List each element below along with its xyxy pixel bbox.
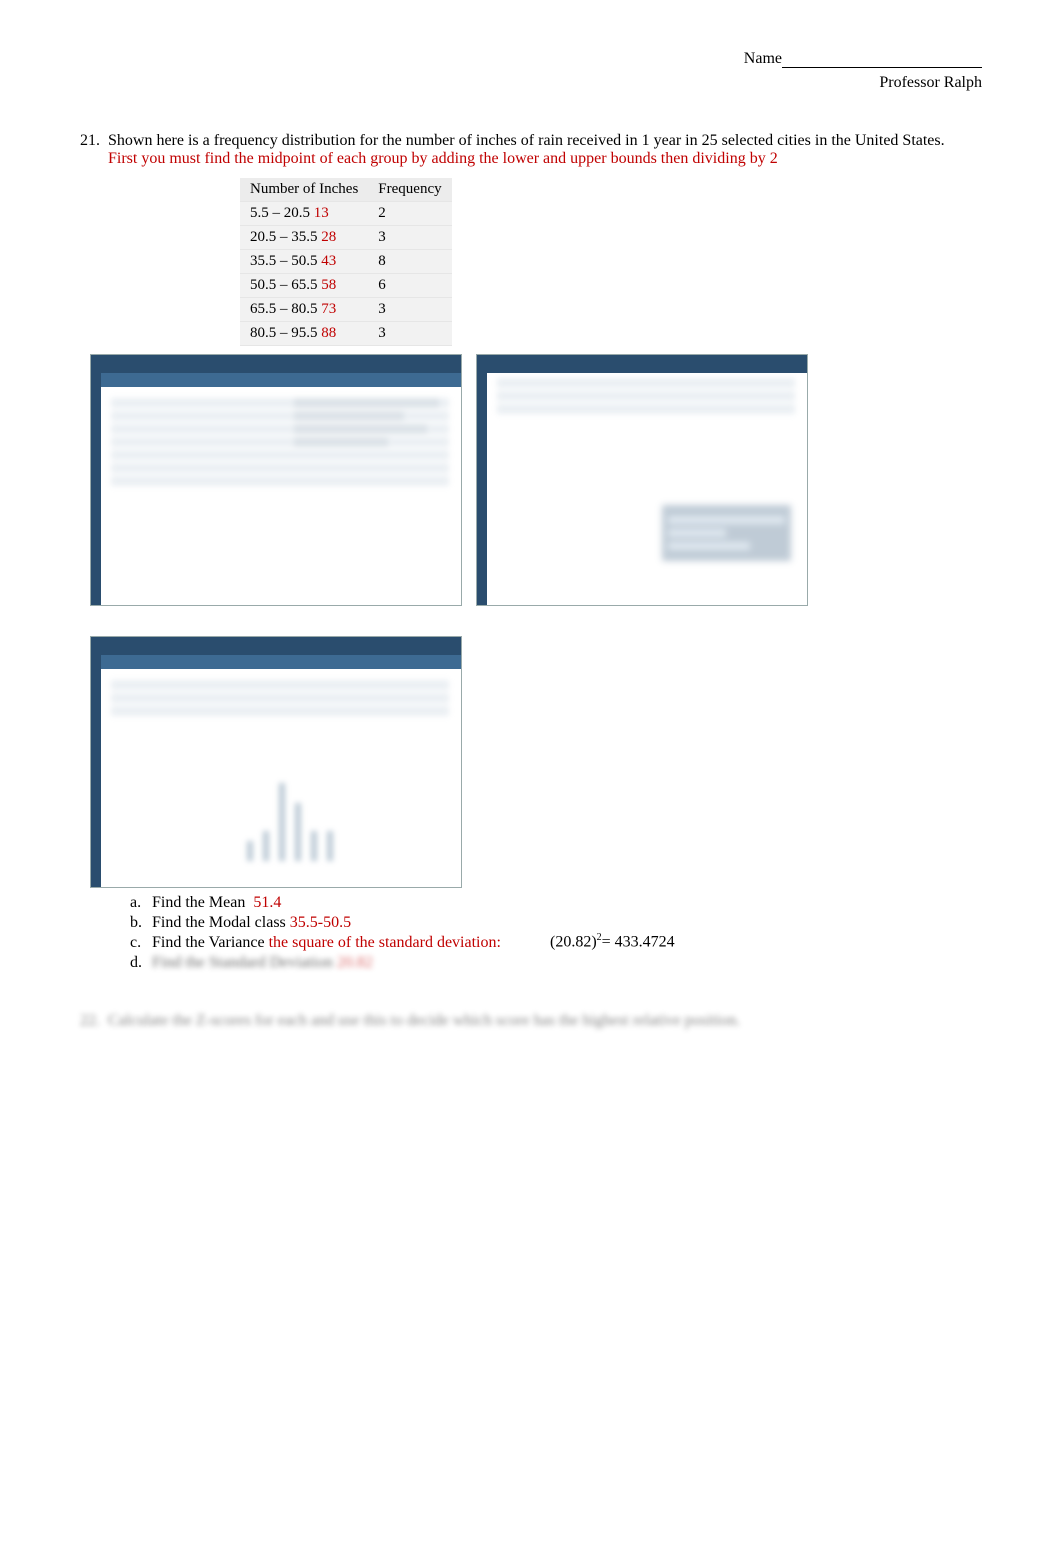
cell-range: 35.5 – 50.5 43 (240, 250, 368, 274)
table-row: 5.5 – 20.5 132 (240, 202, 452, 226)
subpart-c: c. Find the Variance the square of the s… (130, 934, 982, 952)
name-blank-line (782, 51, 982, 68)
subpart-answer-blurred: 20.82 (337, 954, 373, 972)
header-range: Number of Inches (240, 178, 368, 202)
subparts-list: a. Find the Mean 51.4 b. Find the Modal … (130, 894, 982, 972)
variance-formula: (20.82)2= 433.4724 (550, 932, 675, 951)
calc-screenshot-1 (90, 354, 462, 606)
cell-range: 20.5 – 35.5 28 (240, 226, 368, 250)
subpart-label-blurred: Find the Standard Deviation (152, 954, 333, 972)
subpart-d: d. Find the Standard Deviation 20.82 (130, 954, 982, 972)
question-number: 21. (80, 132, 108, 168)
question-body: Calculate the Z-scores for each and use … (108, 1012, 982, 1030)
subpart-b: b. Find the Modal class 35.5-50.5 (130, 914, 982, 932)
cell-range: 80.5 – 95.5 88 (240, 322, 368, 346)
question-text: Shown here is a frequency distribution f… (108, 132, 982, 150)
cell-frequency: 2 (368, 202, 451, 226)
question-hint: First you must find the midpoint of each… (108, 150, 982, 168)
subpart-answer: 35.5-50.5 (290, 914, 351, 932)
subpart-label: Find the Variance (152, 934, 265, 952)
question-number: 22. (80, 1012, 108, 1030)
frequency-table: Number of Inches Frequency 5.5 – 20.5 13… (240, 178, 452, 346)
table-header-row: Number of Inches Frequency (240, 178, 452, 202)
question-body: Shown here is a frequency distribution f… (108, 132, 982, 168)
question-22-blurred: 22. Calculate the Z-scores for each and … (80, 1012, 982, 1030)
cell-frequency: 8 (368, 250, 451, 274)
cell-range: 5.5 – 20.5 13 (240, 202, 368, 226)
calc-screenshot-2 (476, 354, 808, 606)
page-header: Name Professor Ralph (80, 50, 982, 92)
cell-range: 65.5 – 80.5 73 (240, 298, 368, 322)
table-row: 35.5 – 50.5 438 (240, 250, 452, 274)
subpart-label: Find the Mean (152, 894, 245, 912)
subpart-answer: 51.4 (253, 894, 281, 912)
name-label: Name (744, 50, 782, 67)
question-21: 21. Shown here is a frequency distributi… (80, 132, 982, 168)
name-field: Name (744, 50, 982, 68)
subpart-a: a. Find the Mean 51.4 (130, 894, 982, 912)
subpart-label: Find the Modal class (152, 914, 286, 932)
table-row: 50.5 – 65.5 586 (240, 274, 452, 298)
subpart-letter: a. (130, 894, 152, 912)
subpart-letter: b. (130, 914, 152, 932)
cell-frequency: 3 (368, 226, 451, 250)
cell-frequency: 3 (368, 322, 451, 346)
table-row: 80.5 – 95.5 883 (240, 322, 452, 346)
table-row: 20.5 – 35.5 283 (240, 226, 452, 250)
professor-name: Professor Ralph (80, 74, 982, 92)
cell-frequency: 6 (368, 274, 451, 298)
calc-screenshot-3 (90, 636, 462, 888)
table-row: 65.5 – 80.5 733 (240, 298, 452, 322)
screenshot-group (90, 354, 982, 888)
subpart-letter: d. (130, 954, 152, 972)
cell-range: 50.5 – 65.5 58 (240, 274, 368, 298)
subpart-answer: the square of the standard deviation: (269, 934, 501, 952)
header-frequency: Frequency (368, 178, 451, 202)
subpart-letter: c. (130, 934, 152, 952)
cell-frequency: 3 (368, 298, 451, 322)
